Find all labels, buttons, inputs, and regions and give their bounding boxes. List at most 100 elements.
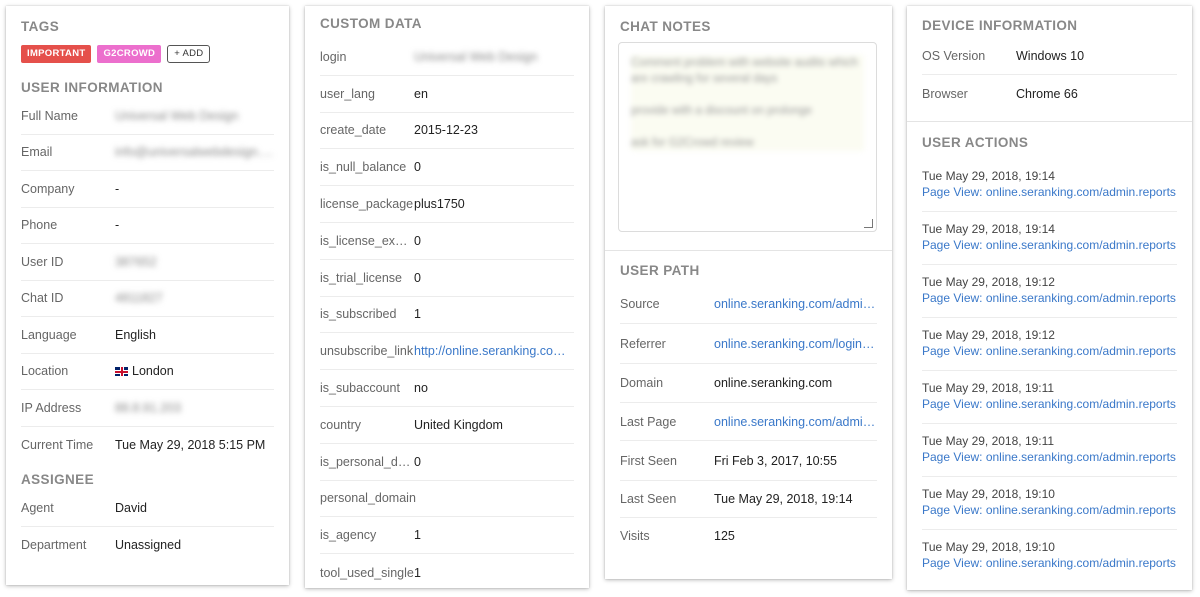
row-value: en <box>414 86 428 101</box>
row-value: 1 <box>414 565 421 580</box>
chat-notes-title: CHAT NOTES <box>620 19 711 34</box>
user-info-row: Full Name Universal Web Design <box>21 98 274 135</box>
row-label: login <box>320 49 347 64</box>
uk-flag-icon <box>115 367 128 377</box>
action-link[interactable]: Page View: online.seranking.com/admin.re… <box>922 291 1177 305</box>
browser-value: Chrome 66 <box>1016 86 1078 101</box>
action-link[interactable]: Page View: online.seranking.com/admin.re… <box>922 344 1177 358</box>
user-action-item: Tue May 29, 2018, 19:12 Page View: online… <box>922 318 1177 371</box>
row-label: First Seen <box>620 453 677 468</box>
agent-value[interactable]: David <box>115 501 274 515</box>
row-label: country <box>320 417 361 432</box>
row-label: Phone <box>21 218 58 233</box>
tag-list: IMPORTANT G2CROWD + ADD <box>6 45 289 63</box>
custom-data-row: is_null_balance 0 <box>320 149 574 187</box>
chat-notes-textarea[interactable]: Comment problem with website audits whic… <box>618 42 877 232</box>
tag-important[interactable]: IMPORTANT <box>21 45 92 63</box>
action-link[interactable]: Page View: online.seranking.com/admin.re… <box>922 238 1177 252</box>
row-label: OS Version <box>922 49 986 63</box>
full-name-value: Universal Web Design <box>115 108 239 123</box>
action-link[interactable]: Page View: online.seranking.com/admin.re… <box>922 450 1177 464</box>
custom-data-row: create_date 2015-12-23 <box>320 113 574 150</box>
user-info-panel: TAGS IMPORTANT G2CROWD + ADD USER INFORM… <box>6 6 289 585</box>
row-label: User ID <box>21 254 64 269</box>
row-value: 0 <box>414 233 421 248</box>
section-divider <box>605 250 892 251</box>
row-label: license_package <box>320 197 414 212</box>
user-actions-title: USER ACTIONS <box>922 135 1029 150</box>
user-actions-list: Tue May 29, 2018, 19:14 Page View: online… <box>907 159 1192 583</box>
add-tag-button[interactable]: + ADD <box>167 45 211 63</box>
action-link[interactable]: Page View: online.seranking.com/admin.re… <box>922 397 1177 411</box>
row-value: plus1750 <box>414 197 465 212</box>
user-action-item: Tue May 29, 2018, 19:14 Page View: online… <box>922 212 1177 265</box>
action-time: Tue May 29, 2018, 19:14 <box>922 169 1055 183</box>
assignee-row: Department Unassigned <box>21 527 274 564</box>
row-label: Source <box>620 296 660 311</box>
action-time: Tue May 29, 2018, 19:12 <box>922 275 1055 289</box>
custom-data-panel: CUSTOM DATA login Universal Web Design us… <box>305 6 589 588</box>
domain-value: online.seranking.com <box>714 376 833 390</box>
row-value: Universal Web Design <box>414 49 538 64</box>
phone-value: - <box>115 218 120 233</box>
action-time: Tue May 29, 2018, 19:12 <box>922 328 1055 342</box>
assignee-row: Agent David <box>21 490 274 527</box>
user-info-row: IP Address 88.8.91.203 <box>21 390 274 427</box>
section-divider <box>907 121 1192 122</box>
referrer-link[interactable]: online.seranking.com/login.html <box>714 337 876 351</box>
notes-path-panel: CHAT NOTES Comment problem with website … <box>605 6 892 579</box>
first-seen-value: Fri Feb 3, 2017, 10:55 <box>714 453 837 468</box>
user-path-row: Last Page online.seranking.com/admin/repo… <box>620 403 877 441</box>
visits-value: 125 <box>714 529 735 543</box>
user-path-row: Domain online.seranking.com <box>620 364 877 403</box>
custom-data-row: login Universal Web Design <box>320 39 574 76</box>
custom-data-row: is_trial_license 0 <box>320 260 574 297</box>
device-info-title: DEVICE INFORMATION <box>922 18 1078 33</box>
ip-address-value: 88.8.91.203 <box>115 400 182 415</box>
tags-title: TAGS <box>21 19 60 34</box>
row-value: 1 <box>414 528 421 543</box>
custom-data-row: license_package plus1750 <box>320 186 574 223</box>
row-label: Chat ID <box>21 291 64 306</box>
row-value: 2015-12-23 <box>414 123 478 138</box>
user-info-row: Chat ID 4811827 <box>21 281 274 317</box>
company-value: - <box>115 181 120 196</box>
user-path-row: Visits 125 <box>620 518 877 554</box>
row-label: create_date <box>320 123 387 138</box>
action-link[interactable]: Page View: online.seranking.com/admin.re… <box>922 556 1177 570</box>
row-label: personal_domain <box>320 491 416 506</box>
department-value[interactable]: Unassigned <box>115 538 274 552</box>
action-time: Tue May 29, 2018, 19:10 <box>922 540 1055 554</box>
user-info-row: User ID 387652 <box>21 244 274 281</box>
row-label: IP Address <box>21 400 82 415</box>
custom-data-row: tool_used_single 1 <box>320 554 574 588</box>
language-value: English <box>115 327 156 342</box>
custom-data-row: is_subscribed 1 <box>320 297 574 334</box>
row-label: Domain <box>620 376 664 390</box>
action-link[interactable]: Page View: online.seranking.com/admin.re… <box>922 503 1177 517</box>
resize-handle-icon[interactable] <box>864 219 873 228</box>
last-page-link[interactable]: online.seranking.com/admin/reports <box>714 415 876 429</box>
unsubscribe-link[interactable]: http://online.seranking.com/unsubscribe <box>414 344 574 358</box>
custom-data-row: is_agency 1 <box>320 517 574 555</box>
custom-data-row: is_license_expired 0 <box>320 223 574 260</box>
custom-data-row: user_lang en <box>320 76 574 113</box>
email-value[interactable]: info@universalwebdesign.com <box>115 145 274 159</box>
row-label: Last Page <box>620 414 677 429</box>
row-label: Referrer <box>620 336 666 351</box>
action-time: Tue May 29, 2018, 19:11 <box>922 434 1055 448</box>
tag-g2crowd[interactable]: G2CROWD <box>97 45 162 63</box>
custom-data-row: unsubscribe_link http://online.seranking.… <box>320 333 574 371</box>
row-label: Language <box>21 327 77 342</box>
source-link[interactable]: online.seranking.com/admin/reports <box>714 297 876 311</box>
user-action-item: Tue May 29, 2018, 19:14 Page View: online… <box>922 159 1177 212</box>
row-value: 0 <box>414 160 421 175</box>
device-info-row: OS Version Windows 10 <box>922 38 1177 75</box>
row-label: Full Name <box>21 108 78 123</box>
user-path-row: Source online.seranking.com/admin/reports <box>620 284 877 324</box>
user-action-item: Tue May 29, 2018, 19:11 Page View: online… <box>922 424 1177 477</box>
custom-data-row: is_subaccount no <box>320 370 574 407</box>
action-link[interactable]: Page View: online.seranking.com/admin.re… <box>922 185 1177 199</box>
user-info-row: Location London <box>21 354 274 390</box>
location-text: London <box>132 364 174 379</box>
